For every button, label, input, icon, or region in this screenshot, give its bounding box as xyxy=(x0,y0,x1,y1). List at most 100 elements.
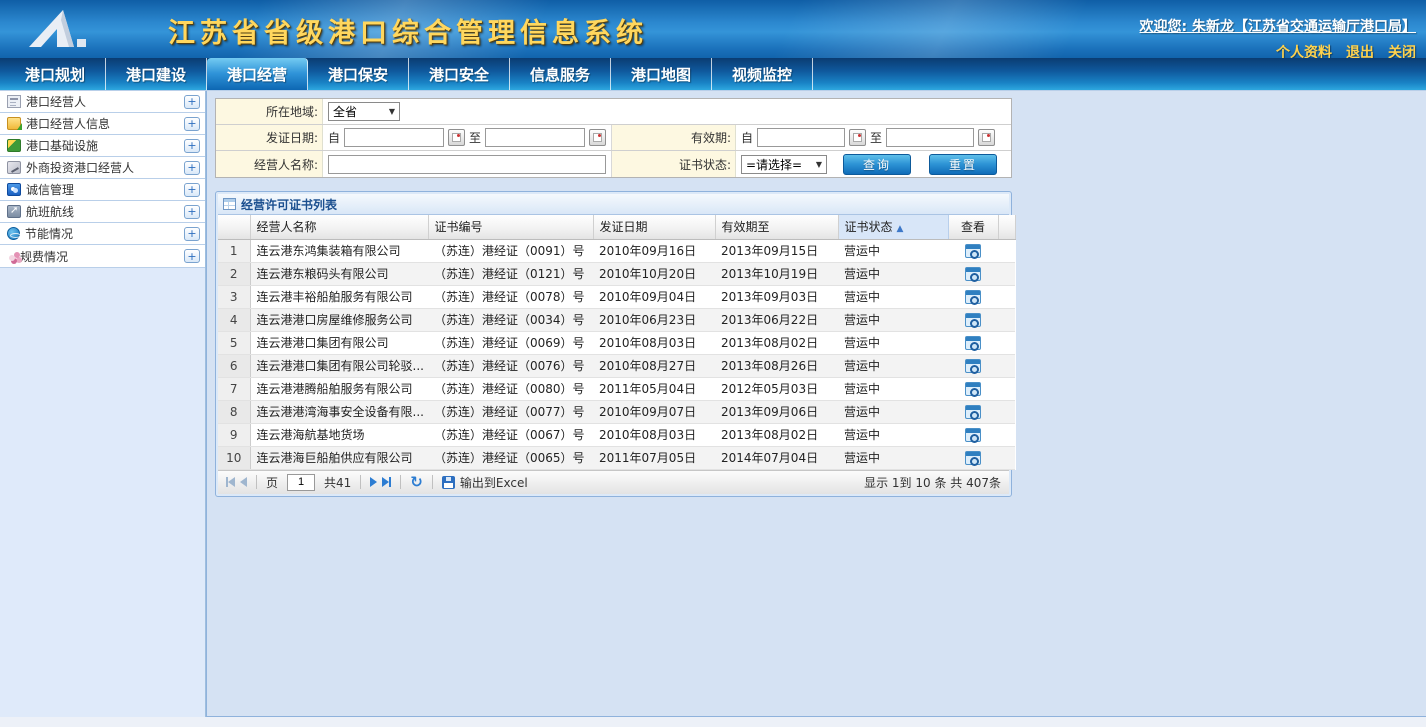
column-header[interactable]: 经营人名称 xyxy=(250,215,428,239)
issue-date-from-input[interactable] xyxy=(344,128,444,147)
validity-from-input[interactable] xyxy=(757,128,845,147)
export-excel-label[interactable]: 输出到Excel xyxy=(460,474,528,491)
table-row[interactable]: 4连云港港口房屋维修服务公司（苏连）港经证（0034）号2010年06月23日2… xyxy=(218,308,1015,331)
export-excel-icon[interactable] xyxy=(442,476,455,489)
expand-plus-button[interactable]: + xyxy=(184,227,200,241)
region-select[interactable]: 全省 ▼ xyxy=(328,102,400,121)
nav-tab[interactable]: 信息服务 xyxy=(510,58,611,90)
column-header[interactable]: 证书状态▲ xyxy=(838,215,948,239)
reset-button[interactable]: 重置 xyxy=(929,154,997,175)
operator-name-cell: 连云港东粮码头有限公司 xyxy=(250,262,428,285)
nav-tab[interactable]: 视频监控 xyxy=(712,58,813,90)
row-number-cell: 8 xyxy=(218,400,250,423)
expand-plus-button[interactable]: + xyxy=(184,183,200,197)
validity-to-input[interactable] xyxy=(886,128,974,147)
view-detail-icon[interactable] xyxy=(965,290,981,304)
nav-tab[interactable]: 港口建设 xyxy=(106,58,207,90)
nav-tab-active[interactable]: 港口经营 xyxy=(207,58,308,90)
sidebar-item[interactable]: 诚信管理+ xyxy=(0,179,205,201)
cert-status-select[interactable]: =请选择= ▼ xyxy=(741,155,827,174)
issue-date-cell: 2010年09月07日 xyxy=(593,400,715,423)
operator-name-label: 经营人名称: xyxy=(216,151,323,177)
page-number-input[interactable] xyxy=(287,474,315,491)
nav-tab[interactable]: 港口安全 xyxy=(409,58,510,90)
header-link[interactable]: 关闭 xyxy=(1388,42,1416,58)
gutter-cell xyxy=(998,377,1015,400)
view-detail-icon[interactable] xyxy=(965,359,981,373)
certificate-status-cell: 营运中 xyxy=(838,423,948,446)
header-link[interactable]: 退出 xyxy=(1346,42,1374,58)
column-header[interactable]: 证书编号 xyxy=(428,215,593,239)
sidebar-item[interactable]: 港口经营人+ xyxy=(0,91,205,113)
expand-plus-button[interactable]: + xyxy=(184,205,200,219)
prev-page-button[interactable] xyxy=(240,477,247,487)
table-row[interactable]: 3连云港丰裕船舶服务有限公司（苏连）港经证（0078）号2010年09月04日2… xyxy=(218,285,1015,308)
gutter-cell xyxy=(998,354,1015,377)
view-detail-icon[interactable] xyxy=(965,382,981,396)
main-content: 所在地域: 全省 ▼ 发证日期: 自 至 xyxy=(206,91,1426,717)
sidebar-item[interactable]: 航班航线+ xyxy=(0,201,205,223)
validity-to-calendar-icon[interactable] xyxy=(978,129,995,146)
view-detail-icon[interactable] xyxy=(965,267,981,281)
folder-info-icon xyxy=(7,117,21,130)
last-page-button[interactable] xyxy=(382,477,391,487)
table-body: 1连云港东鸿集装箱有限公司（苏连）港经证（0091）号2010年09月16日20… xyxy=(218,239,1015,469)
sidebar-item-label: 诚信管理 xyxy=(26,181,184,198)
table-row[interactable]: 2连云港东粮码头有限公司（苏连）港经证（0121）号2010年10月20日201… xyxy=(218,262,1015,285)
sidebar-item[interactable]: 节能情况+ xyxy=(0,223,205,245)
valid-until-cell: 2013年10月19日 xyxy=(715,262,838,285)
record-count-summary: 显示 1到 10 条 共 407条 xyxy=(864,474,1001,491)
first-page-button[interactable] xyxy=(226,477,235,487)
operator-name-cell: 连云港丰裕船舶服务有限公司 xyxy=(250,285,428,308)
view-detail-icon[interactable] xyxy=(965,428,981,442)
certificate-status-cell: 营运中 xyxy=(838,262,948,285)
chevron-down-icon: ▼ xyxy=(389,107,395,116)
expand-plus-button[interactable]: + xyxy=(184,249,200,263)
table-row[interactable]: 7连云港港腾船舶服务有限公司（苏连）港经证（0080）号2011年05月04日2… xyxy=(218,377,1015,400)
table-row[interactable]: 1连云港东鸿集装箱有限公司（苏连）港经证（0091）号2010年09月16日20… xyxy=(218,239,1015,262)
route-icon xyxy=(7,205,21,218)
cert-status-select-value: =请选择= xyxy=(746,156,802,173)
sidebar-item[interactable]: 规费情况+ xyxy=(0,245,205,267)
sidebar-item[interactable]: 港口经营人信息+ xyxy=(0,113,205,135)
query-button[interactable]: 查询 xyxy=(843,154,911,175)
column-header[interactable]: 发证日期 xyxy=(593,215,715,239)
next-page-button[interactable] xyxy=(370,477,377,487)
app-title: 江苏省省级港口综合管理信息系统 xyxy=(168,11,648,50)
view-detail-icon[interactable] xyxy=(965,244,981,258)
table-row[interactable]: 5连云港港口集团有限公司（苏连）港经证（0069）号2010年08月03日201… xyxy=(218,331,1015,354)
certificate-status-cell: 营运中 xyxy=(838,308,948,331)
column-header[interactable]: 查看 xyxy=(948,215,998,239)
nav-tab[interactable]: 港口规划 xyxy=(5,58,106,90)
refresh-icon[interactable]: ↻ xyxy=(410,475,423,489)
validity-from-calendar-icon[interactable] xyxy=(849,129,866,146)
operator-name-cell: 连云港港口集团有限公司 xyxy=(250,331,428,354)
view-detail-icon[interactable] xyxy=(965,336,981,350)
expand-plus-button[interactable]: + xyxy=(184,117,200,131)
expand-plus-button[interactable]: + xyxy=(184,95,200,109)
sidebar-item[interactable]: 港口基础设施+ xyxy=(0,135,205,157)
table-row[interactable]: 8连云港港湾海事安全设备有限...（苏连）港经证（0077）号2010年09月0… xyxy=(218,400,1015,423)
header-link[interactable]: 个人资料 xyxy=(1276,42,1332,58)
nav-tab[interactable]: 港口地图 xyxy=(611,58,712,90)
view-detail-icon[interactable] xyxy=(965,405,981,419)
table-row[interactable]: 9连云港海航基地货场（苏连）港经证（0067）号2010年08月03日2013年… xyxy=(218,423,1015,446)
nav-tab[interactable]: 港口保安 xyxy=(308,58,409,90)
table-row[interactable]: 10连云港海巨船舶供应有限公司（苏连）港经证（0065）号2011年07月05日… xyxy=(218,446,1015,469)
view-detail-icon[interactable] xyxy=(965,451,981,465)
column-header[interactable]: 有效期至 xyxy=(715,215,838,239)
row-number-cell: 5 xyxy=(218,331,250,354)
row-number-cell: 4 xyxy=(218,308,250,331)
expand-plus-button[interactable]: + xyxy=(184,139,200,153)
issue-date-from-calendar-icon[interactable] xyxy=(448,129,465,146)
operator-name-input[interactable] xyxy=(328,155,606,174)
view-cell xyxy=(948,331,998,354)
sidebar-item[interactable]: 外商投资港口经营人+ xyxy=(0,157,205,179)
sidebar-item-label: 港口经营人信息 xyxy=(26,115,184,132)
issue-date-to-input[interactable] xyxy=(485,128,585,147)
issue-date-to-calendar-icon[interactable] xyxy=(589,129,606,146)
validity-label: 有效期: xyxy=(611,125,736,150)
expand-plus-button[interactable]: + xyxy=(184,161,200,175)
view-detail-icon[interactable] xyxy=(965,313,981,327)
table-row[interactable]: 6连云港港口集团有限公司轮驳...（苏连）港经证（0076）号2010年08月2… xyxy=(218,354,1015,377)
